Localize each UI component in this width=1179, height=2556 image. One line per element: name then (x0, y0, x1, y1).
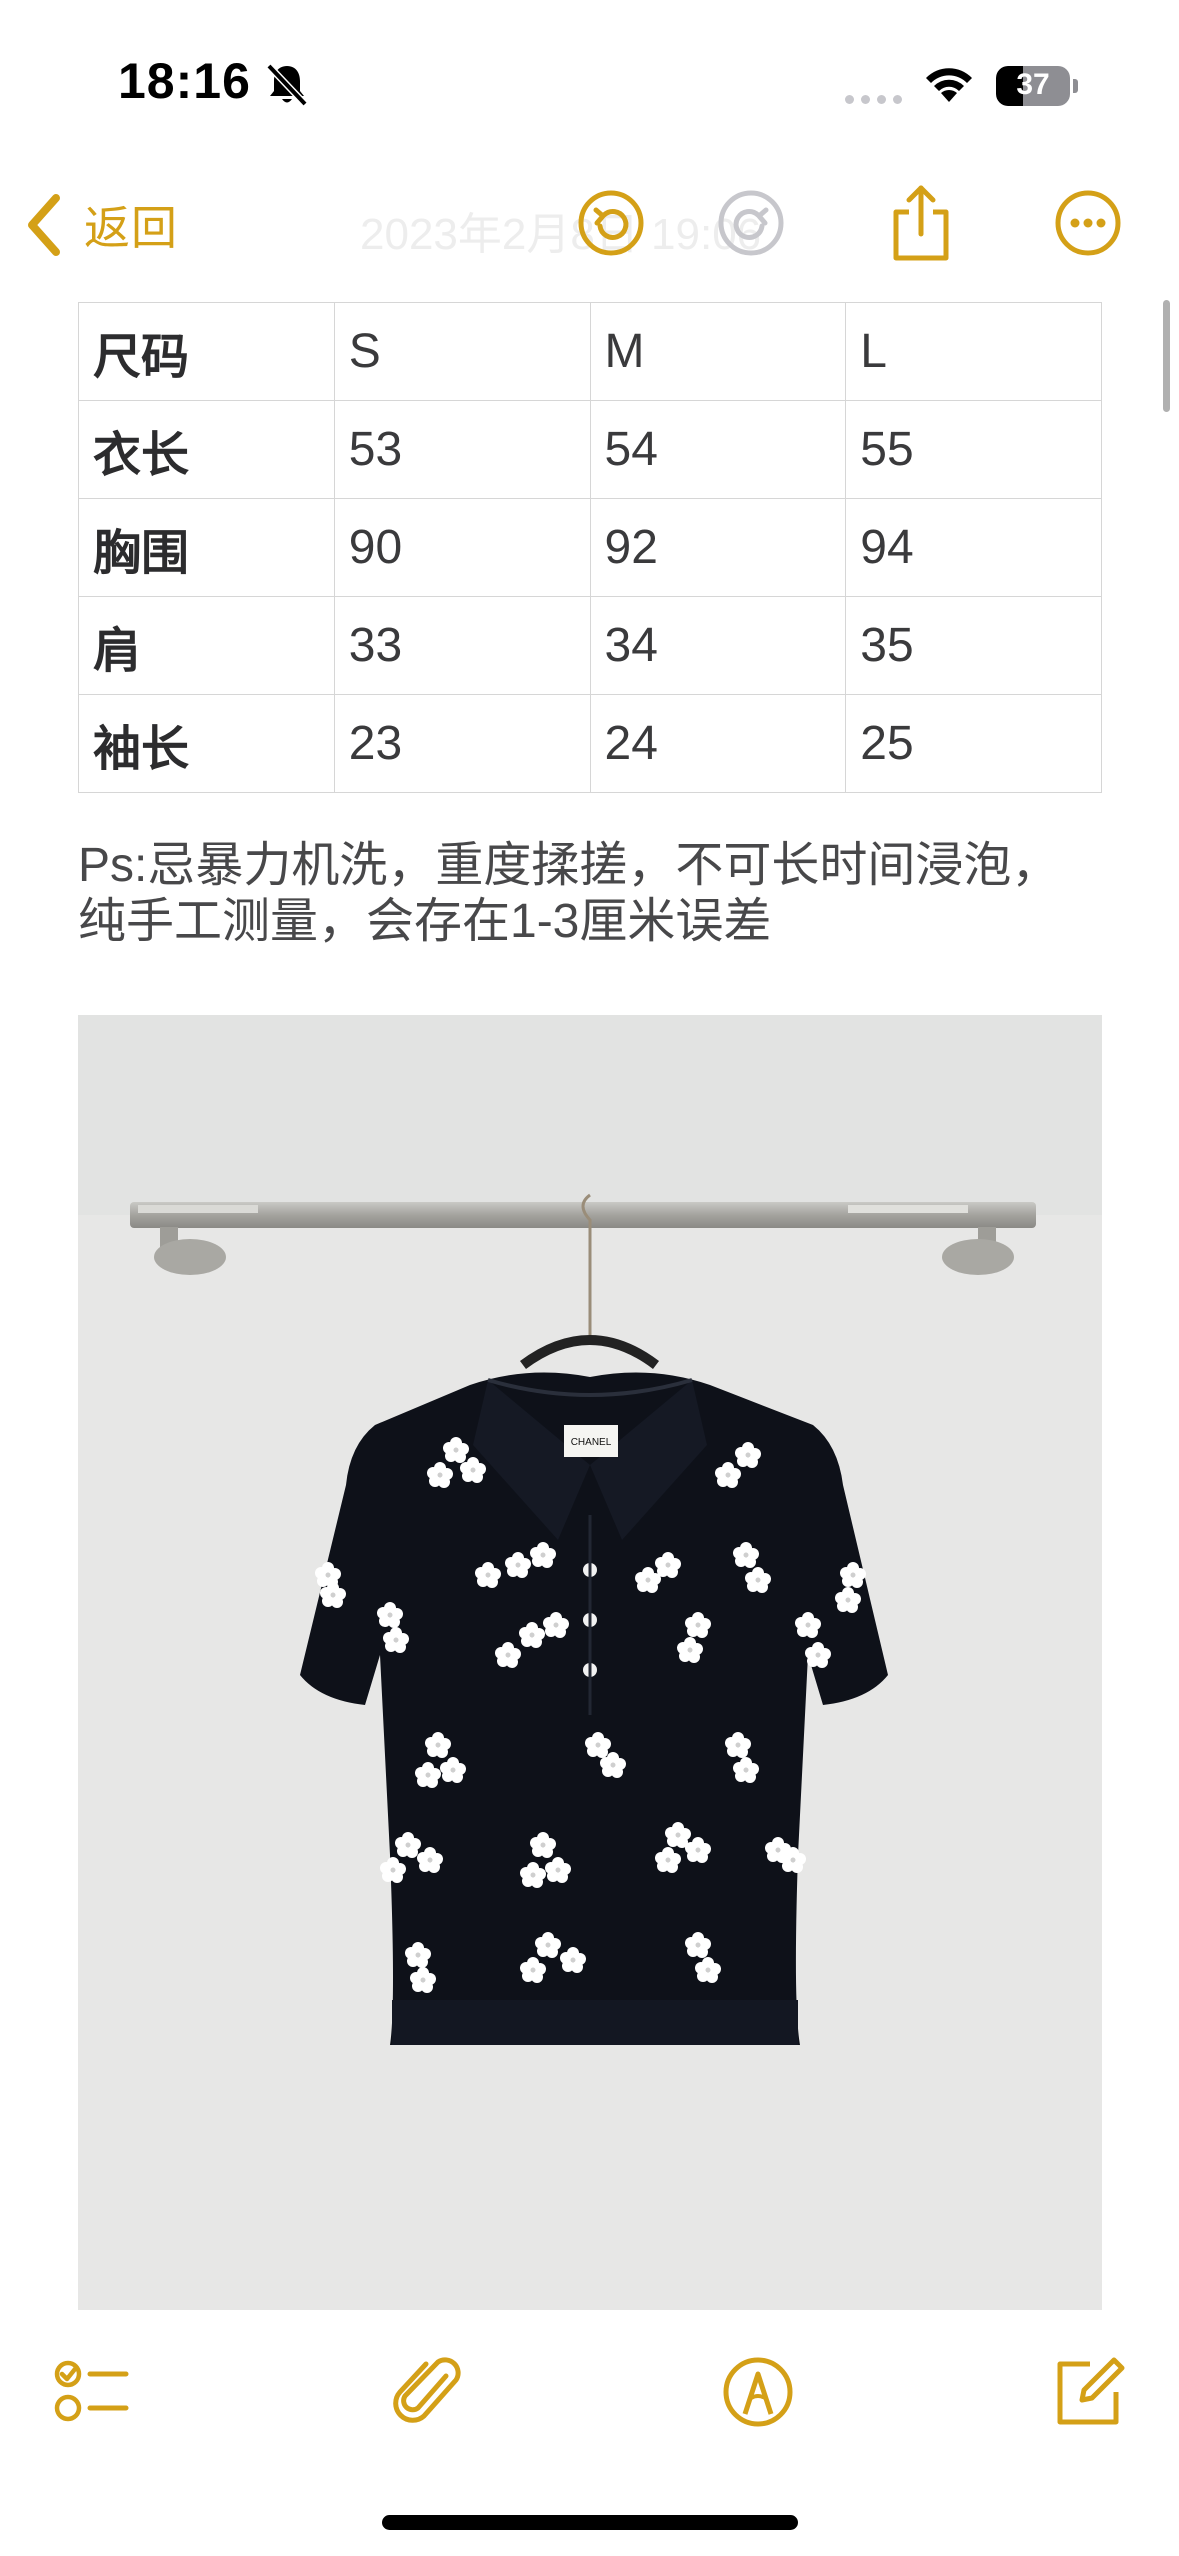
table-row-label[interactable]: 肩 (78, 596, 335, 695)
table-cell[interactable]: 34 (589, 596, 847, 695)
table-cell[interactable]: 54 (589, 400, 847, 499)
back-button[interactable]: 返回 (22, 190, 178, 260)
table-cell[interactable]: M (589, 302, 847, 401)
note-text[interactable]: Ps:忌暴力机洗，重度揉搓，不可长时间浸泡， 纯手工测量，会存在1-3厘米误差 (78, 838, 1118, 950)
note-line: 纯手工测量，会存在1-3厘米误差 (78, 895, 772, 948)
size-table: 尺码 S M L 衣长 53 54 55 胸围 90 92 94 肩 33 34 35 袖长 23 24 25 (78, 302, 1102, 793)
markup-button[interactable] (718, 2352, 798, 2432)
table-cell[interactable]: L (845, 302, 1102, 401)
table-row-label[interactable]: 尺码 (78, 302, 335, 401)
table-row: 肩 33 34 35 (78, 596, 1102, 695)
table-header-row: 尺码 S M L (78, 302, 1102, 401)
table-cell[interactable]: 33 (333, 596, 591, 695)
product-photo[interactable]: CHANEL (78, 1015, 1102, 2310)
note-date: 2023年2月8日 19:06 (360, 210, 762, 259)
more-button[interactable] (1051, 186, 1125, 260)
signal-icon (845, 95, 902, 104)
table-cell[interactable]: 53 (333, 400, 591, 499)
table-row: 袖长 23 24 25 (78, 694, 1102, 793)
share-button[interactable] (884, 182, 958, 264)
home-indicator[interactable] (382, 2515, 798, 2530)
attachment-button[interactable] (390, 2352, 470, 2432)
table-row-label[interactable]: 胸围 (78, 498, 335, 597)
table-row: 胸围 90 92 94 (78, 498, 1102, 597)
wifi-icon (926, 68, 972, 102)
table-row-label[interactable]: 袖长 (78, 694, 335, 793)
table-cell[interactable]: 55 (845, 400, 1102, 499)
table-cell[interactable]: 25 (845, 694, 1102, 793)
table-cell[interactable]: 24 (589, 694, 847, 793)
battery-cap (1073, 79, 1078, 93)
status-time: 18:16 (118, 53, 251, 109)
compose-button[interactable] (1048, 2352, 1128, 2432)
redo-button[interactable] (714, 186, 788, 260)
note-line: Ps:忌暴力机洗，重度揉搓，不可长时间浸泡， (78, 839, 1060, 892)
battery-icon: 37 (996, 66, 1070, 106)
table-row-label[interactable]: 衣长 (78, 400, 335, 499)
status-bar: 18:16 37 (0, 0, 1179, 170)
undo-button[interactable] (574, 186, 648, 260)
chevron-left-icon (28, 194, 60, 256)
battery-percentage: 37 (1016, 68, 1050, 101)
checklist-button[interactable] (52, 2352, 132, 2432)
table-cell[interactable]: 35 (845, 596, 1102, 695)
photo-illustration: CHANEL (78, 1015, 1102, 2310)
table-cell[interactable]: 92 (589, 498, 847, 597)
back-label: 返回 (84, 202, 178, 254)
table-cell[interactable]: S (333, 302, 591, 401)
table-row: 衣长 53 54 55 (78, 400, 1102, 499)
table-cell[interactable]: 23 (333, 694, 591, 793)
brand-label: CHANEL (571, 1437, 612, 1448)
bell-slash-icon (266, 63, 308, 107)
table-cell[interactable]: 90 (333, 498, 591, 597)
table-cell[interactable]: 94 (845, 498, 1102, 597)
scroll-indicator[interactable] (1163, 300, 1170, 412)
